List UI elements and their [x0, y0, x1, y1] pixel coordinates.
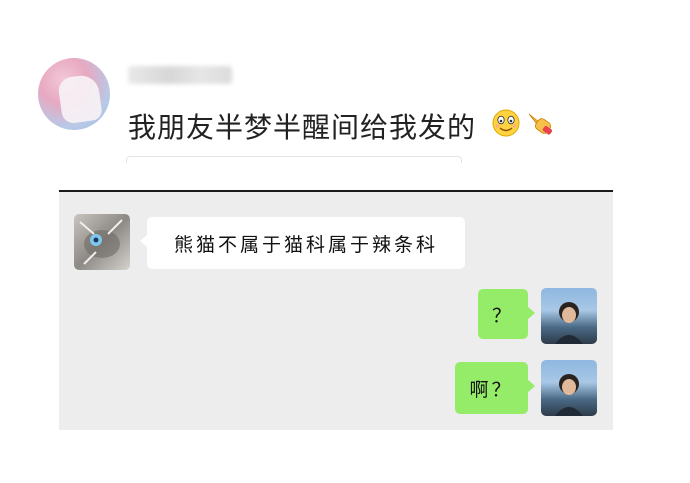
user-avatar[interactable]: [541, 360, 597, 416]
post-author-avatar[interactable]: [38, 58, 110, 130]
outgoing-message-bubble[interactable]: ？: [478, 289, 535, 339]
post-author-username-blurred[interactable]: [128, 66, 232, 84]
smiling-face-emoji-icon: [492, 109, 520, 137]
post-text: 我朋友半梦半醒间给我发的: [128, 111, 477, 144]
contact-avatar[interactable]: [74, 214, 130, 270]
pointing-hand-emoji-icon: [528, 113, 553, 135]
incoming-message-bubble[interactable]: 熊猫不属于猫科属于辣条科: [140, 217, 465, 269]
outgoing-message-bubble[interactable]: 啊？: [455, 362, 535, 414]
chat-screenshot: 熊猫不属于猫科属于辣条科 ？ 啊？: [59, 190, 613, 430]
quoted-content-edge: [126, 156, 462, 163]
user-avatar[interactable]: [541, 288, 597, 344]
